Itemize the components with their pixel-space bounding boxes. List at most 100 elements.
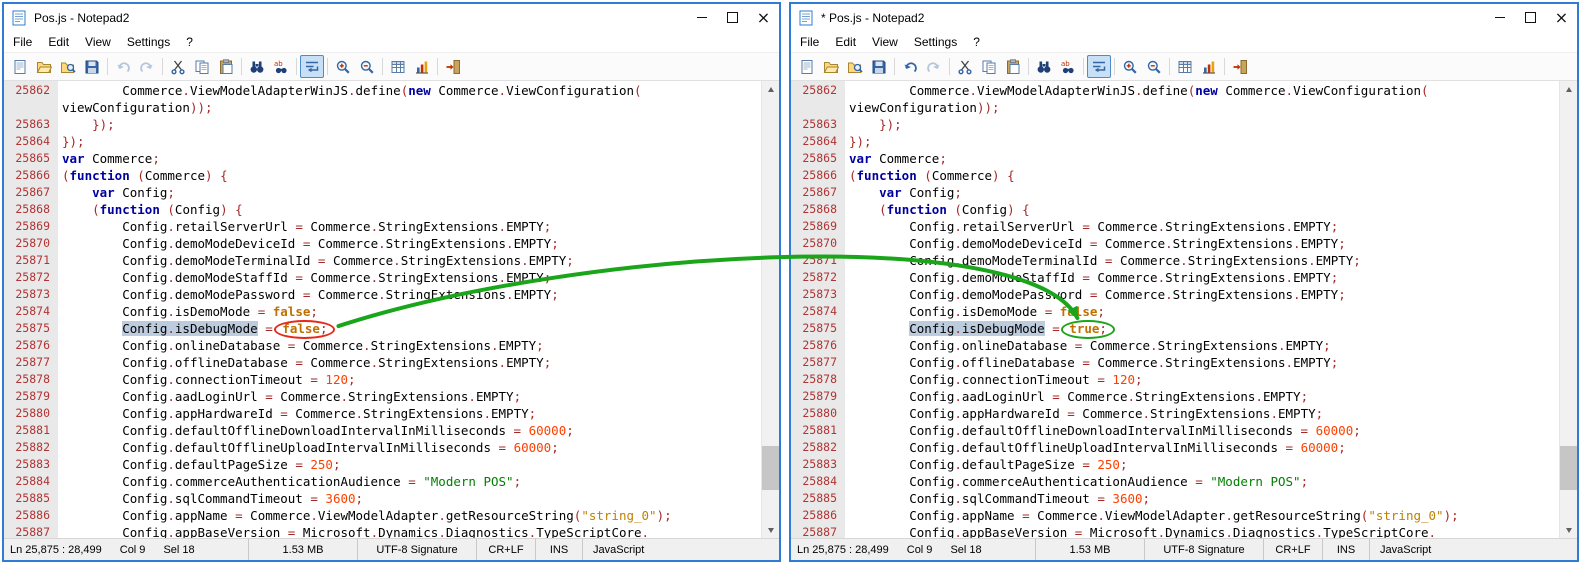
line-number[interactable]: 25874 xyxy=(791,303,845,320)
line-number[interactable]: 25881 xyxy=(791,422,845,439)
scheme-button[interactable] xyxy=(386,55,410,78)
line-number[interactable]: 25887 xyxy=(4,524,58,538)
menu-item-settings[interactable]: Settings xyxy=(906,32,965,52)
line-number[interactable]: 25865 xyxy=(791,150,845,167)
close-button[interactable]: × xyxy=(1546,4,1577,31)
line-number[interactable]: 25882 xyxy=(791,439,845,456)
scroll-up-button[interactable] xyxy=(762,81,779,97)
line-number[interactable]: 25862 xyxy=(4,82,58,99)
line-number[interactable]: 25886 xyxy=(791,507,845,524)
title-bar[interactable]: * Pos.js - Notepad2 × xyxy=(791,4,1577,31)
line-number[interactable]: 25864 xyxy=(791,133,845,150)
line-number[interactable]: 25878 xyxy=(791,371,845,388)
line-number[interactable]: 25866 xyxy=(791,167,845,184)
browse-file-button[interactable] xyxy=(56,55,80,78)
line-number[interactable]: 25870 xyxy=(791,235,845,252)
line-number[interactable]: 25866 xyxy=(4,167,58,184)
line-number[interactable]: 25877 xyxy=(791,354,845,371)
copy-button[interactable] xyxy=(190,55,214,78)
undo-button[interactable] xyxy=(898,55,922,78)
line-number[interactable]: 25865 xyxy=(4,150,58,167)
title-bar[interactable]: Pos.js - Notepad2 × xyxy=(4,4,779,31)
find-button[interactable] xyxy=(1032,55,1056,78)
status-position[interactable]: Ln 25,875 : 28,499 Col 9 Sel 18 xyxy=(791,539,1035,560)
replace-button[interactable]: ab xyxy=(1056,55,1080,78)
editor[interactable]: 25862 Commerce.ViewModelAdapterWinJS.def… xyxy=(791,81,1577,538)
line-number[interactable] xyxy=(791,99,845,116)
line-number[interactable]: 25884 xyxy=(4,473,58,490)
scroll-up-button[interactable] xyxy=(1560,81,1577,97)
replace-button[interactable]: ab xyxy=(269,55,293,78)
line-number[interactable]: 25879 xyxy=(791,388,845,405)
line-number[interactable] xyxy=(4,99,58,116)
word-wrap-button[interactable] xyxy=(1087,55,1111,78)
line-number[interactable]: 25863 xyxy=(791,116,845,133)
line-number[interactable]: 25862 xyxy=(791,82,845,99)
line-number[interactable]: 25864 xyxy=(4,133,58,150)
zoom-in-button[interactable] xyxy=(331,55,355,78)
vertical-scrollbar[interactable] xyxy=(1559,81,1577,538)
zoom-out-button[interactable] xyxy=(1142,55,1166,78)
status-eol[interactable]: CR+LF xyxy=(476,539,535,560)
code-area[interactable]: 25862 Commerce.ViewModelAdapterWinJS.def… xyxy=(791,81,1559,538)
status-encoding[interactable]: UTF-8 Signature xyxy=(1144,539,1263,560)
cut-button[interactable] xyxy=(953,55,977,78)
menu-item-edit[interactable]: Edit xyxy=(40,32,77,52)
line-number[interactable]: 25876 xyxy=(791,337,845,354)
line-number[interactable]: 25872 xyxy=(791,269,845,286)
line-number[interactable]: 25883 xyxy=(4,456,58,473)
scheme-button[interactable] xyxy=(1173,55,1197,78)
save-file-button[interactable] xyxy=(80,55,104,78)
menu-item-view[interactable]: View xyxy=(77,32,119,52)
find-button[interactable] xyxy=(245,55,269,78)
line-number[interactable]: 25867 xyxy=(791,184,845,201)
line-number[interactable]: 25886 xyxy=(4,507,58,524)
line-number[interactable]: 25878 xyxy=(4,371,58,388)
open-file-button[interactable] xyxy=(32,55,56,78)
line-number[interactable]: 25882 xyxy=(4,439,58,456)
cut-button[interactable] xyxy=(166,55,190,78)
line-number[interactable]: 25884 xyxy=(791,473,845,490)
undo-button[interactable] xyxy=(111,55,135,78)
menu-item-settings[interactable]: Settings xyxy=(119,32,178,52)
editor[interactable]: 25862 Commerce.ViewModelAdapterWinJS.def… xyxy=(4,81,779,538)
word-wrap-button[interactable] xyxy=(300,55,324,78)
line-number[interactable]: 25887 xyxy=(791,524,845,538)
status-insert-mode[interactable]: INS xyxy=(1322,539,1369,560)
line-number[interactable]: 25869 xyxy=(791,218,845,235)
copy-button[interactable] xyxy=(977,55,1001,78)
exit-button[interactable] xyxy=(1228,55,1252,78)
new-file-button[interactable] xyxy=(8,55,32,78)
status-language[interactable]: JavaScript xyxy=(582,539,779,560)
maximize-button[interactable] xyxy=(717,4,748,31)
save-file-button[interactable] xyxy=(867,55,891,78)
minimize-button[interactable] xyxy=(1484,4,1515,31)
line-number[interactable]: 25873 xyxy=(791,286,845,303)
line-number[interactable]: 25885 xyxy=(791,490,845,507)
line-number[interactable]: 25879 xyxy=(4,388,58,405)
status-language[interactable]: JavaScript xyxy=(1369,539,1577,560)
line-number[interactable]: 25867 xyxy=(4,184,58,201)
close-button[interactable]: × xyxy=(748,4,779,31)
line-number[interactable]: 25872 xyxy=(4,269,58,286)
redo-button[interactable] xyxy=(135,55,159,78)
maximize-button[interactable] xyxy=(1515,4,1546,31)
line-number[interactable]: 25875 xyxy=(791,320,845,337)
status-position[interactable]: Ln 25,875 : 28,499 Col 9 Sel 18 xyxy=(4,539,248,560)
line-number[interactable]: 25874 xyxy=(4,303,58,320)
line-number[interactable]: 25869 xyxy=(4,218,58,235)
line-number[interactable]: 25881 xyxy=(4,422,58,439)
paste-button[interactable] xyxy=(1001,55,1025,78)
browse-file-button[interactable] xyxy=(843,55,867,78)
redo-button[interactable] xyxy=(922,55,946,78)
exit-button[interactable] xyxy=(441,55,465,78)
line-number[interactable]: 25876 xyxy=(4,337,58,354)
status-insert-mode[interactable]: INS xyxy=(535,539,582,560)
scrollbar-thumb[interactable] xyxy=(1560,446,1577,490)
line-number[interactable]: 25880 xyxy=(791,405,845,422)
paste-button[interactable] xyxy=(214,55,238,78)
line-number[interactable]: 25871 xyxy=(4,252,58,269)
line-number[interactable]: 25875 xyxy=(4,320,58,337)
line-number[interactable]: 25868 xyxy=(791,201,845,218)
line-number[interactable]: 25877 xyxy=(4,354,58,371)
